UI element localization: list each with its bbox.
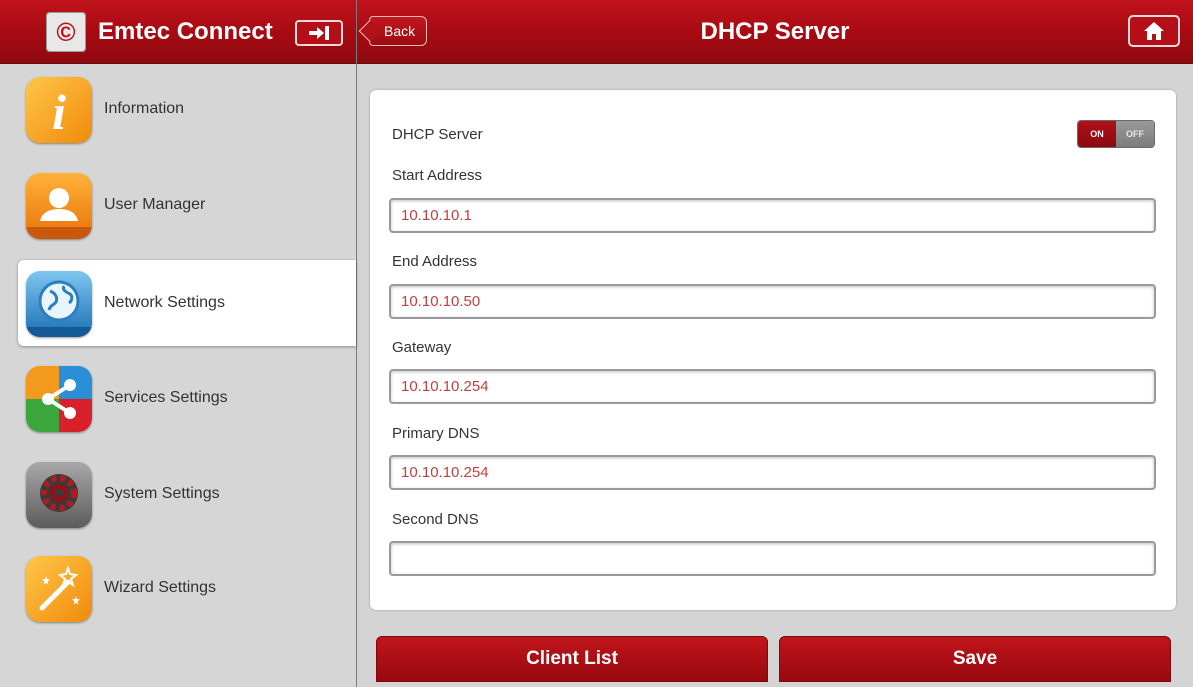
app-title: Emtec Connect <box>98 18 273 45</box>
logout-icon <box>309 26 329 40</box>
main-header: Back DHCP Server <box>357 0 1193 64</box>
second-dns-input[interactable] <box>389 541 1156 576</box>
page-title: DHCP Server <box>700 18 850 45</box>
end-address-label: End Address <box>392 253 478 270</box>
client-list-button[interactable]: Client List <box>376 636 768 682</box>
home-icon <box>1144 22 1164 40</box>
emtec-logo-icon: © <box>46 12 86 52</box>
dhcp-toggle[interactable]: ON OFF <box>1077 120 1155 148</box>
sidebar-item-services-settings[interactable]: Services Settings <box>18 355 356 441</box>
sidebar-item-label: Wizard Settings <box>104 579 217 596</box>
home-button[interactable] <box>1128 15 1180 47</box>
logo-glyph: © <box>56 17 76 47</box>
logout-button[interactable] <box>295 20 343 46</box>
globe-icon <box>26 271 92 337</box>
second-dns-label: Second DNS <box>392 511 479 528</box>
sidebar-item-label: Network Settings <box>104 294 225 311</box>
gateway-label: Gateway <box>392 339 452 356</box>
gear-icon <box>26 462 92 528</box>
sidebar-item-label: User Manager <box>104 196 206 213</box>
primary-dns-input[interactable] <box>389 455 1156 490</box>
toggle-on-label: ON <box>1078 121 1116 147</box>
dhcp-server-label: DHCP Server <box>392 126 483 143</box>
sidebar-item-wizard-settings[interactable]: Wizard Settings <box>18 545 356 631</box>
sidebar: i Information User Manager Network Setti… <box>0 64 356 687</box>
sidebar-item-label: System Settings <box>104 485 220 502</box>
save-button[interactable]: Save <box>779 636 1171 682</box>
end-address-input[interactable] <box>389 284 1156 319</box>
svg-text:i: i <box>52 84 66 140</box>
sidebar-item-label: Information <box>104 100 185 117</box>
information-icon: i <box>26 77 92 143</box>
gateway-input[interactable] <box>389 369 1156 404</box>
dhcp-form-panel: DHCP Server ON OFF Start Address End Add… <box>370 90 1176 610</box>
header-divider <box>356 0 357 687</box>
sidebar-item-network-settings[interactable]: Network Settings <box>18 260 356 346</box>
start-address-input[interactable] <box>389 198 1156 233</box>
magic-wand-icon <box>26 556 92 622</box>
sidebar-item-system-settings[interactable]: System Settings <box>18 451 356 537</box>
share-icon <box>26 366 92 432</box>
primary-dns-label: Primary DNS <box>392 425 480 442</box>
start-address-label: Start Address <box>392 167 483 184</box>
sidebar-item-user-manager[interactable]: User Manager <box>18 162 356 248</box>
sidebar-item-information[interactable]: i Information <box>18 66 356 152</box>
toggle-off-label: OFF <box>1116 121 1154 147</box>
sidebar-header: © Emtec Connect <box>0 0 356 64</box>
sidebar-item-label: Services Settings <box>104 389 228 406</box>
user-icon <box>26 173 92 239</box>
